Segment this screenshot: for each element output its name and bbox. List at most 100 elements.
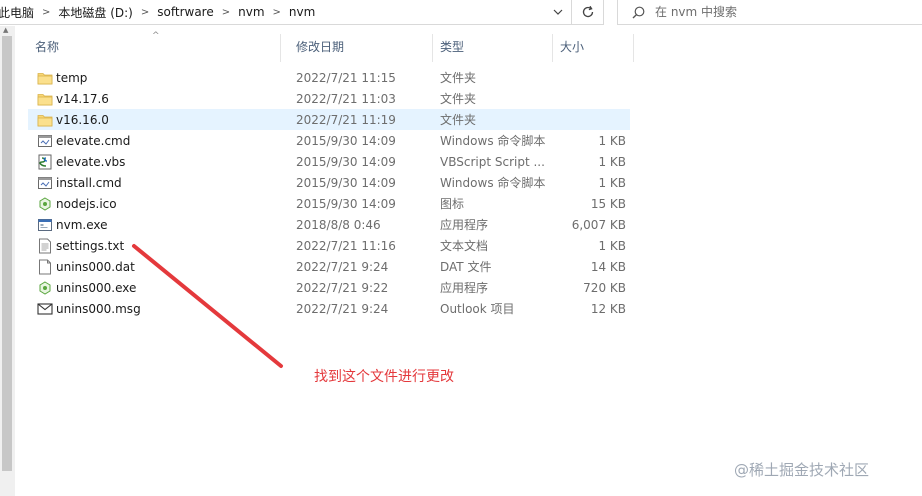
file-type: 图标	[440, 197, 465, 211]
file-type: Windows 命令脚本	[440, 176, 546, 190]
file-modified-date: 2022/7/21 11:19	[296, 112, 396, 127]
file-size: 1 KB	[598, 133, 626, 148]
breadcrumb-nvm-current[interactable]: nvm	[285, 5, 319, 19]
file-type: DAT 文件	[440, 260, 492, 274]
file-size	[548, 67, 626, 88]
column-header-date[interactable]: 修改日期	[281, 30, 433, 62]
file-modified-date: 2015/9/30 14:09	[296, 175, 396, 190]
ico-file-icon	[36, 193, 54, 214]
file-name: settings.txt	[56, 238, 125, 253]
file-row-nvm-exe[interactable]: nvm.exe 2018/8/8 0:46 应用程序 6,007 KB	[28, 214, 630, 235]
search-input[interactable]	[655, 5, 895, 19]
vbs-file-icon	[36, 151, 54, 172]
file-size	[548, 88, 626, 109]
file-size: 6,007 KB	[571, 217, 626, 232]
file-row-settings-txt[interactable]: settings.txt 2022/7/21 11:16 文本文档 1 KB	[28, 235, 630, 256]
breadcrumb-chevron-icon[interactable]: >	[137, 7, 153, 18]
column-divider[interactable]	[633, 34, 634, 62]
file-size: 12 KB	[590, 301, 626, 316]
column-header-type[interactable]: 类型	[433, 30, 553, 62]
breadcrumb-drive-d[interactable]: 本地磁盘 (D:)	[54, 4, 136, 21]
file-type: VBScript Script ...	[440, 154, 545, 169]
msg-file-icon	[36, 298, 54, 319]
breadcrumb-this-pc[interactable]: 此电脑	[0, 4, 38, 21]
breadcrumb-nvm[interactable]: nvm	[234, 5, 268, 19]
file-row-temp[interactable]: temp 2022/7/21 11:15 文件夹	[28, 67, 630, 88]
blank-file-icon	[36, 256, 54, 277]
file-row-unins000-dat[interactable]: unins000.dat 2022/7/21 9:24 DAT 文件 14 KB	[28, 256, 630, 277]
column-header-size-label: 大小	[560, 39, 585, 54]
file-modified-date: 2022/7/21 9:24	[296, 259, 389, 274]
file-type: 应用程序	[440, 281, 489, 295]
file-modified-date: 2022/7/21 11:15	[296, 70, 396, 85]
cmd-file-icon	[36, 130, 54, 151]
navigation-bar: 此电脑 > 本地磁盘 (D:) > softrware > nvm > nvm	[0, 0, 922, 26]
breadcrumb-softrware[interactable]: softrware	[153, 5, 217, 19]
breadcrumb-chevron-icon[interactable]: >	[38, 7, 54, 18]
file-size: 15 KB	[590, 196, 626, 211]
file-type: 应用程序	[440, 218, 489, 232]
file-type: 文件夹	[440, 113, 477, 127]
file-modified-date: 2018/8/8 0:46	[296, 217, 381, 232]
file-type: 文件夹	[440, 92, 477, 106]
file-modified-date: 2015/9/30 14:09	[296, 196, 396, 211]
scroll-up-icon[interactable]: ▲	[3, 26, 8, 34]
column-header-date-label: 修改日期	[296, 39, 345, 54]
file-size: 14 KB	[590, 259, 626, 274]
file-name: install.cmd	[56, 175, 122, 190]
file-row-v14-17-6[interactable]: v14.17.6 2022/7/21 11:03 文件夹	[28, 88, 630, 109]
file-type: Outlook 项目	[440, 302, 515, 316]
file-size	[548, 109, 626, 130]
file-list: temp 2022/7/21 11:15 文件夹 v14.17.6 2022/7…	[28, 67, 630, 319]
address-history-dropdown-icon[interactable]	[546, 0, 570, 24]
file-name: nvm.exe	[56, 217, 108, 232]
search-icon	[632, 6, 645, 19]
annotation-text: 找到这个文件进行更改	[314, 369, 454, 385]
column-header-name-label: 名称	[35, 39, 60, 54]
file-name: unins000.dat	[56, 259, 135, 274]
refresh-button[interactable]	[572, 0, 604, 25]
folder-icon	[36, 88, 54, 109]
file-name: temp	[56, 70, 88, 85]
file-size: 1 KB	[598, 175, 626, 190]
file-modified-date: 2015/9/30 14:09	[296, 154, 396, 169]
column-header-type-label: 类型	[440, 39, 465, 54]
file-row-unins000-exe[interactable]: unins000.exe 2022/7/21 9:22 应用程序 720 KB	[28, 277, 630, 298]
breadcrumb-chevron-icon[interactable]: >	[218, 7, 234, 18]
file-name: v16.16.0	[56, 112, 109, 127]
search-box[interactable]	[617, 0, 922, 25]
cmd-file-icon	[36, 172, 54, 193]
file-name: elevate.cmd	[56, 133, 131, 148]
file-name: v14.17.6	[56, 91, 109, 106]
column-header-name[interactable]: 名称	[15, 30, 281, 62]
file-type: Windows 命令脚本	[440, 134, 546, 148]
file-row-unins000-msg[interactable]: unins000.msg 2022/7/21 9:24 Outlook 项目 1…	[28, 298, 630, 319]
file-row-install-cmd[interactable]: install.cmd 2015/9/30 14:09 Windows 命令脚本…	[28, 172, 630, 193]
scrollbar-thumb[interactable]	[2, 36, 12, 471]
file-row-elevate-cmd[interactable]: elevate.cmd 2015/9/30 14:09 Windows 命令脚本…	[28, 130, 630, 151]
file-row-nodejs-ico[interactable]: nodejs.ico 2015/9/30 14:09 图标 15 KB	[28, 193, 630, 214]
file-type: 文本文档	[440, 239, 489, 253]
address-bar[interactable]: 此电脑 > 本地磁盘 (D:) > softrware > nvm > nvm	[0, 0, 572, 25]
folder-icon	[36, 67, 54, 88]
navigation-pane-scrollbar[interactable]: ▲	[0, 26, 15, 496]
file-size: 1 KB	[598, 238, 626, 253]
file-size: 1 KB	[598, 154, 626, 169]
breadcrumb-chevron-icon[interactable]: >	[269, 7, 285, 18]
column-headers: ^ 名称 修改日期 类型 大小	[15, 30, 635, 62]
file-modified-date: 2022/7/21 9:22	[296, 280, 389, 295]
file-row-elevate-vbs[interactable]: elevate.vbs 2015/9/30 14:09 VBScript Scr…	[28, 151, 630, 172]
refresh-icon	[582, 5, 593, 18]
exe-file-icon	[36, 214, 54, 235]
column-header-size[interactable]: 大小	[553, 30, 634, 62]
file-name: nodejs.ico	[56, 196, 117, 211]
file-name: unins000.exe	[56, 280, 137, 295]
file-modified-date: 2022/7/21 11:03	[296, 91, 396, 106]
folder-icon	[36, 109, 54, 130]
file-modified-date: 2022/7/21 9:24	[296, 301, 389, 316]
file-name: unins000.msg	[56, 301, 141, 316]
file-name: elevate.vbs	[56, 154, 126, 169]
file-type: 文件夹	[440, 71, 477, 85]
file-row-v16-16-0[interactable]: v16.16.0 2022/7/21 11:19 文件夹	[28, 109, 630, 130]
file-size: 720 KB	[583, 280, 626, 295]
